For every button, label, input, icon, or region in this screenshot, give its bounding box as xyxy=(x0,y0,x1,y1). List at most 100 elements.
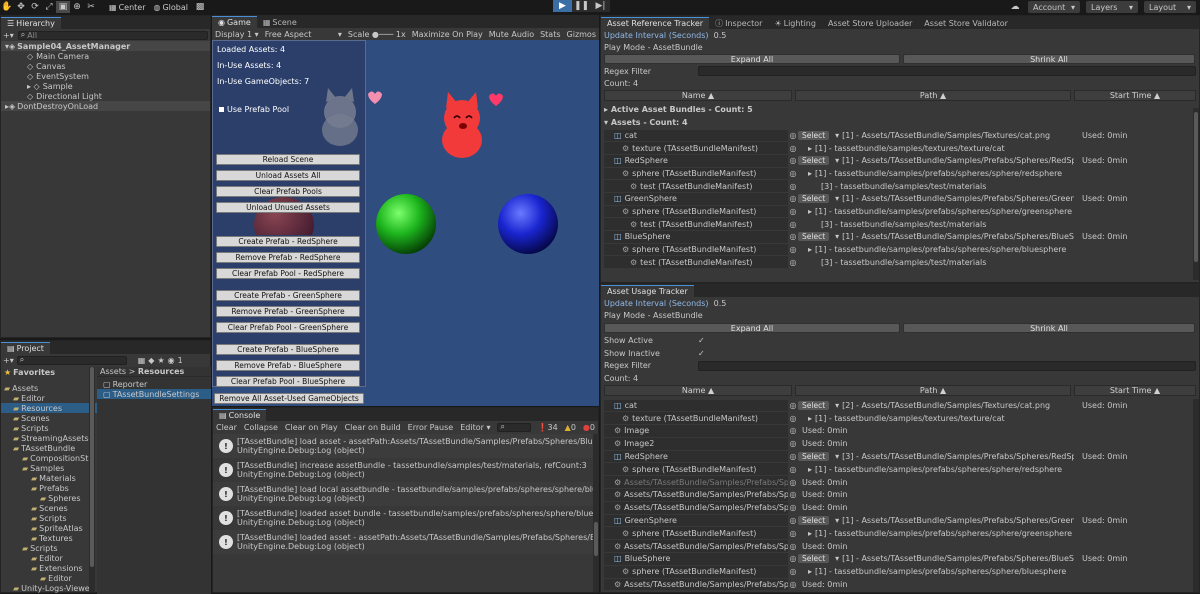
custom-tool-icon[interactable]: ✂ xyxy=(84,1,98,13)
project-folder[interactable]: ▰ Editor xyxy=(1,393,97,403)
project-folder[interactable]: ▰ Scripts xyxy=(1,543,97,553)
project-folder[interactable]: ▰ Scenes xyxy=(1,413,97,423)
art-scrollbar[interactable] xyxy=(1193,108,1199,280)
hand-tool-icon[interactable]: ✋ xyxy=(0,1,14,13)
tracker-row[interactable]: ◫ cat ◎ Select ▾ [2] - Assets/TAssetBundle/Sa… xyxy=(601,399,1199,412)
account-dropdown[interactable]: Account ▾ xyxy=(1028,1,1080,13)
tracker-row[interactable]: ⚙ Image2 ◎ Used: 0min xyxy=(601,437,1199,450)
aspect-dropdown[interactable]: Free Aspect ▾ xyxy=(265,30,342,39)
layers-dropdown[interactable]: Layers ▾ xyxy=(1086,1,1138,13)
tab-game[interactable]: ◉ Game xyxy=(212,16,257,28)
filter-label-icon[interactable]: ◆ xyxy=(148,356,154,365)
tab-console[interactable]: ▤ Console xyxy=(213,409,267,421)
target-icon[interactable]: ◎ xyxy=(788,156,798,165)
console-entry[interactable]: ! [TAssetBundle] load asset - assetPath:A… xyxy=(213,434,593,458)
console-search-input[interactable]: ⌕ xyxy=(497,422,531,432)
warning-count-toggle[interactable]: ▲0 xyxy=(565,423,576,432)
target-icon[interactable]: ◎ xyxy=(788,465,798,474)
tracker-row[interactable]: ⚙ Assets/TAssetBundle/Samples/Prefabs/Sph… xyxy=(601,501,1199,514)
show-active-checkbox[interactable]: ✓ xyxy=(698,336,705,345)
regex-filter-input[interactable] xyxy=(698,66,1196,76)
project-folder[interactable]: ▰ Extensions xyxy=(1,563,97,573)
target-icon[interactable]: ◎ xyxy=(788,258,798,267)
target-icon[interactable]: ◎ xyxy=(788,194,798,203)
active-asset-bundles-foldout[interactable]: ▸ Active Asset Bundles - Count: 5 xyxy=(601,103,1199,116)
use-prefab-pool-toggle[interactable]: Use Prefab Pool xyxy=(219,105,289,114)
tracker-row[interactable]: ⚙ Assets/TAssetBundle/Samples/Prefabs/Sph… xyxy=(601,540,1199,553)
show-inactive-checkbox[interactable]: ✓ xyxy=(698,349,705,358)
select-button[interactable]: Select xyxy=(798,554,830,564)
tracker-row[interactable]: ⚙ test (TAssetBundleManifest) ◎ [3] - tasse… xyxy=(601,256,1199,269)
play-button[interactable]: ▶ xyxy=(553,0,572,12)
tracker-row[interactable]: ⚙ sphere (TAssetBundleManifest) ◎ ▸ [1] - ta… xyxy=(601,527,1199,540)
display-dropdown[interactable]: Display 1 ▾ xyxy=(215,30,259,39)
layout-dropdown[interactable]: Layout ▾ xyxy=(1144,1,1196,13)
tracker-row[interactable]: ◫ BlueSphere ◎ Select ▾ [1] - Assets/TAssetBu… xyxy=(601,553,1199,566)
favorite-star-icon[interactable]: ★ xyxy=(157,356,164,365)
collapse-toggle[interactable]: Collapse xyxy=(244,423,278,432)
game-action-button[interactable]: Remove Prefab - RedSphere xyxy=(216,252,360,263)
target-icon[interactable]: ◎ xyxy=(788,169,798,178)
target-icon[interactable]: ◎ xyxy=(788,401,798,410)
column-header-start-time[interactable]: Start Time ▲ xyxy=(1074,89,1196,101)
maximize-toggle[interactable]: Maximize On Play xyxy=(412,30,483,39)
add-icon[interactable]: +▾ xyxy=(3,31,14,40)
tracker-row[interactable]: ⚙ test (TAssetBundleManifest) ◎ [3] - tasse… xyxy=(601,218,1199,231)
tracker-row[interactable]: ◫ GreenSphere ◎ Select ▾ [1] - Assets/TAssetB… xyxy=(601,192,1199,205)
tracker-row[interactable]: ⚙ Assets/TAssetBundle/Samples/Prefabs/Sph… xyxy=(601,489,1199,502)
scale-slider[interactable]: Scale ●─── 1x xyxy=(348,30,406,39)
project-folder[interactable]: ▰ TAssetBundle xyxy=(1,443,97,453)
target-icon[interactable]: ◎ xyxy=(788,554,798,563)
console-entry[interactable]: ! [TAssetBundle] loaded asset - assetPath… xyxy=(213,530,593,554)
hierarchy-search-input[interactable]: ⌕ All xyxy=(17,30,208,40)
gizmos-toggle[interactable]: Gizmos xyxy=(567,30,596,39)
expand-all-button[interactable]: Expand All xyxy=(604,54,900,64)
column-header-name[interactable]: Name ▲ xyxy=(604,385,792,396)
clear-on-play-toggle[interactable]: Clear on Play xyxy=(285,423,338,432)
target-icon[interactable]: ◎ xyxy=(788,478,798,487)
column-header-start-time[interactable]: Start Time ▲ xyxy=(1074,385,1196,396)
target-icon[interactable]: ◎ xyxy=(788,529,798,538)
target-icon[interactable]: ◎ xyxy=(788,542,798,551)
project-folder[interactable]: ▰ Samples xyxy=(1,463,97,473)
filter-type-icon[interactable]: ▦ xyxy=(138,356,146,365)
tab-hierarchy[interactable]: ☰ Hierarchy xyxy=(1,17,61,29)
game-action-button[interactable]: Clear Prefab Pool - GreenSphere xyxy=(216,322,360,333)
column-header-name[interactable]: Name ▲ xyxy=(604,89,792,101)
hierarchy-item[interactable]: ◇ Directional Light xyxy=(1,91,210,101)
pivot-center-toggle[interactable]: ▦ Center xyxy=(106,1,149,13)
file-item[interactable]: ▢ Reporter xyxy=(97,379,211,389)
target-icon[interactable]: ◎ xyxy=(788,220,798,229)
column-header-path[interactable]: Path ▲ xyxy=(795,89,1071,101)
project-folder[interactable]: ▰ CompositionStr xyxy=(1,453,97,463)
tracker-row[interactable]: ⚙ Image ◎ Used: 0min xyxy=(601,425,1199,438)
rect-tool-icon[interactable]: ▣ xyxy=(56,1,70,13)
hierarchy-scene-row[interactable]: ▾ ◈ Sample04_AssetManager xyxy=(1,41,210,51)
tracker-row[interactable]: ⚙ sphere (TAssetBundleManifest) ◎ ▸ [1] - ta… xyxy=(601,205,1199,218)
project-folder[interactable]: ▰ Resources xyxy=(1,403,97,413)
game-action-button[interactable]: Unload Unused Assets xyxy=(216,202,360,213)
project-folder[interactable]: ▰ Editor xyxy=(1,573,97,583)
select-button[interactable]: Select xyxy=(798,194,830,204)
update-interval-input[interactable]: 0.5 xyxy=(714,31,727,40)
target-icon[interactable]: ◎ xyxy=(788,207,798,216)
eye-icon[interactable]: ◉ xyxy=(168,356,175,365)
target-icon[interactable]: ◎ xyxy=(788,516,798,525)
tracker-row[interactable]: ⚙ test (TAssetBundleManifest) ◎ [3] - tasse… xyxy=(601,180,1199,193)
target-icon[interactable]: ◎ xyxy=(788,580,798,589)
tracker-row[interactable]: ◫ RedSphere ◎ Select ▾ [1] - Assets/TAssetBun… xyxy=(601,154,1199,167)
transform-tool-icon[interactable]: ⊕ xyxy=(70,1,84,13)
target-icon[interactable]: ◎ xyxy=(788,245,798,254)
select-button[interactable]: Select xyxy=(798,452,830,462)
tracker-row[interactable]: ⚙ sphere (TAssetBundleManifest) ◎ ▸ [1] - ta… xyxy=(601,565,1199,578)
game-action-button[interactable]: Remove Prefab - GreenSphere xyxy=(216,306,360,317)
error-count-toggle[interactable]: ●0 xyxy=(583,423,595,432)
project-folder[interactable]: ▰ Spheres xyxy=(1,493,97,503)
file-item[interactable]: ▢ TAssetBundleSettings xyxy=(97,389,211,399)
target-icon[interactable]: ◎ xyxy=(788,414,798,423)
move-tool-icon[interactable]: ✥ xyxy=(14,1,28,13)
tab-lighting[interactable]: ☀ Lighting xyxy=(768,17,822,29)
console-entry[interactable]: ! [TAssetBundle] increase assetBundle - t… xyxy=(213,458,593,482)
assets-foldout[interactable]: ▾ Assets - Count: 4 xyxy=(601,116,1199,129)
pivot-global-toggle[interactable]: ◍ Global xyxy=(151,1,192,13)
